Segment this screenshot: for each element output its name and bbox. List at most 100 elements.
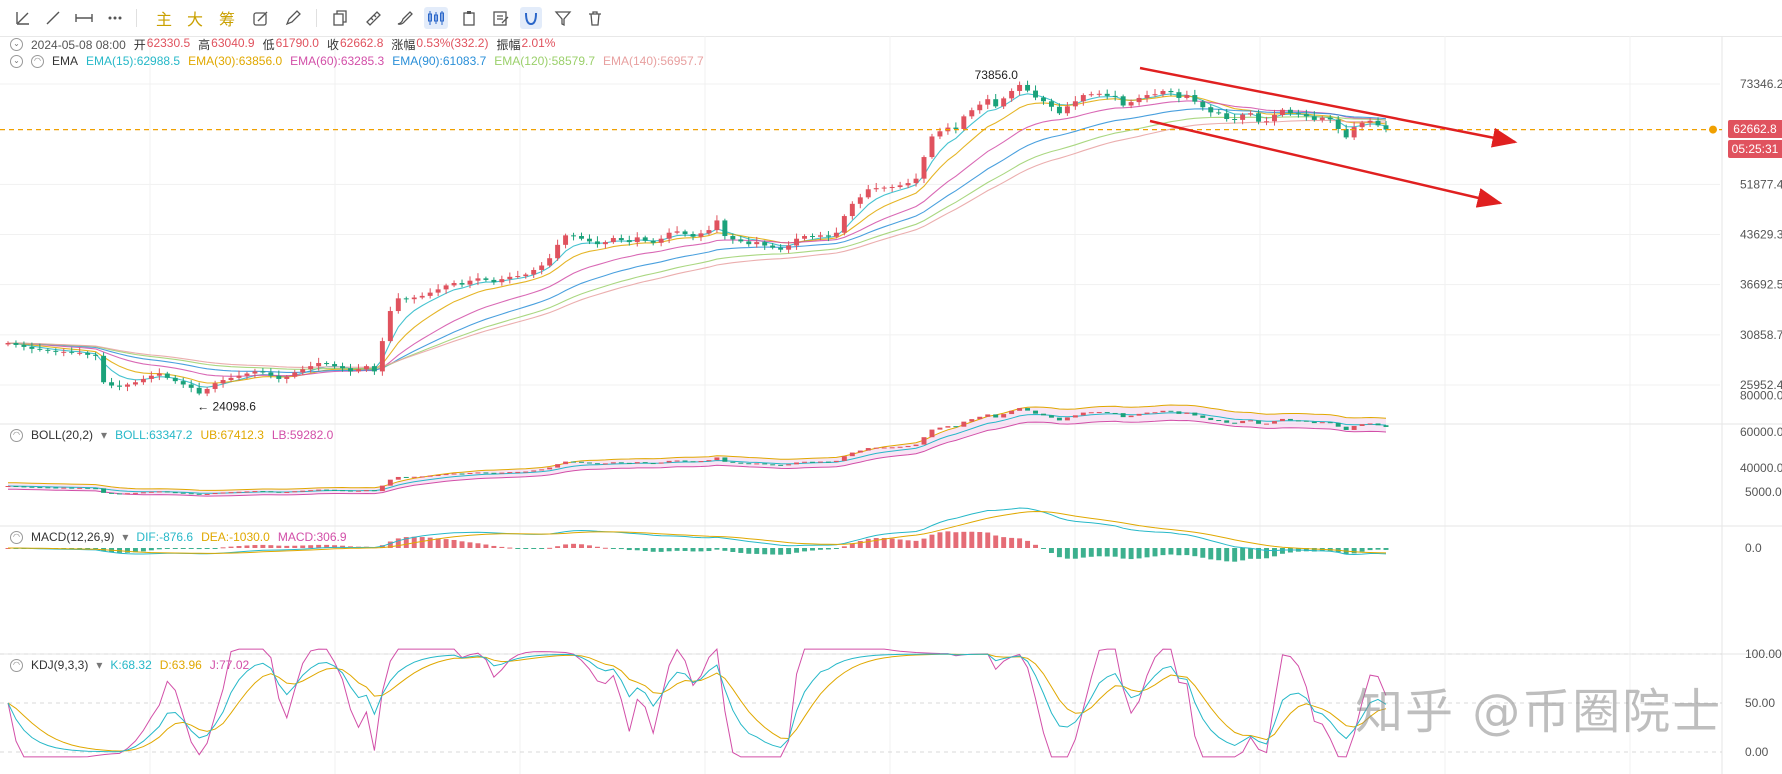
boll-candle xyxy=(411,476,417,478)
pen-edit-icon[interactable] xyxy=(282,7,304,29)
boll-candle xyxy=(451,473,457,475)
boll-candle xyxy=(1184,412,1190,414)
candle-body xyxy=(706,230,712,234)
boll-candle xyxy=(1240,420,1246,424)
boll-candle xyxy=(1343,426,1349,430)
candle-body xyxy=(873,188,879,190)
macd-histogram-bar xyxy=(626,548,632,551)
macd-histogram-bar xyxy=(1279,548,1285,554)
macd-histogram-bar xyxy=(945,531,951,548)
brush-icon[interactable] xyxy=(394,7,416,29)
candle-body xyxy=(1279,109,1285,116)
boll-candle xyxy=(961,421,967,427)
ruler-icon[interactable] xyxy=(362,7,384,29)
amplitude-label: 振幅 xyxy=(496,38,521,52)
boll-candle xyxy=(1351,425,1357,430)
candle-body xyxy=(961,116,967,129)
large-button[interactable]: 大 xyxy=(184,7,206,29)
drawing-tools-icon[interactable] xyxy=(250,7,272,29)
collapse-icon[interactable]: ⌄ xyxy=(10,54,23,68)
candle-body xyxy=(969,110,975,117)
candle-body xyxy=(435,289,441,293)
candle-body xyxy=(746,241,752,245)
watermark: 知乎 @币圈院士 xyxy=(1355,684,1723,740)
magnet-icon[interactable] xyxy=(520,7,542,29)
macd-histogram-bar xyxy=(1232,548,1238,562)
candle-body xyxy=(1041,97,1046,102)
macd-histogram-bar xyxy=(1152,548,1158,557)
chevron-down-icon[interactable]: ▾ xyxy=(122,530,128,544)
macd-histogram-bar xyxy=(889,538,895,548)
copy-icon[interactable] xyxy=(330,7,352,29)
macd-histogram-bar xyxy=(722,548,728,551)
candle-body xyxy=(140,378,146,383)
candle-body xyxy=(1072,101,1078,107)
macd-histogram-bar xyxy=(873,537,879,548)
candle-body xyxy=(921,157,927,179)
candle-body xyxy=(1367,120,1373,123)
open-value: 62330.5 xyxy=(146,36,191,50)
candle-body xyxy=(467,280,473,285)
filter-icon[interactable] xyxy=(552,7,574,29)
countdown-tag: 05:25:31 xyxy=(1728,140,1782,158)
boll-candle xyxy=(1375,423,1381,426)
candle-body xyxy=(459,283,465,285)
candle-body xyxy=(1216,112,1222,114)
trash-icon[interactable] xyxy=(584,7,606,29)
chevron-down-icon[interactable]: ▾ xyxy=(101,428,107,442)
boll-candle xyxy=(1152,412,1158,414)
candle-body xyxy=(1200,101,1206,108)
bell-icon[interactable]: ◠ xyxy=(10,428,23,442)
candle-body xyxy=(754,242,760,245)
candle-body xyxy=(93,354,99,356)
candle-body xyxy=(172,377,178,382)
candle-body xyxy=(1208,107,1214,113)
bell-icon[interactable]: ◠ xyxy=(10,530,23,544)
boll-candle xyxy=(316,489,322,491)
macd-histogram-bar xyxy=(754,548,760,554)
chevron-down-icon[interactable]: ▾ xyxy=(96,658,102,672)
ema-line-30 xyxy=(7,95,1387,384)
boll-candle xyxy=(268,491,274,493)
trend-line-tool-icon[interactable] xyxy=(12,7,34,29)
chips-button[interactable]: 筹 xyxy=(216,7,238,29)
macd-histogram-bar xyxy=(1112,548,1118,557)
boll-candle xyxy=(300,490,306,492)
boll-candle xyxy=(594,463,600,465)
boll-candle xyxy=(252,491,258,493)
candle-body xyxy=(1240,114,1246,120)
boll-candle xyxy=(1311,421,1317,424)
macd-histogram-bar xyxy=(770,548,776,555)
candle-body xyxy=(1287,109,1293,114)
bell-icon[interactable]: ◠ xyxy=(10,658,23,672)
price-axis: 73346.251877.443629.336692.530858.725952… xyxy=(1740,77,1782,759)
boll-candle xyxy=(236,491,242,493)
boll-candle xyxy=(634,462,640,464)
boll-candle xyxy=(1096,412,1102,414)
chart-canvas[interactable]: 73856.0 ← 24098.6 73346.2 51877.4 43629.3 36… xyxy=(0,36,1782,774)
kdj-tick-label: 0.00 xyxy=(1745,745,1769,759)
clipboard-icon[interactable] xyxy=(458,7,480,29)
candle-body xyxy=(1048,101,1054,107)
macd-histogram-bar xyxy=(555,546,561,548)
macd-histogram-bar xyxy=(1208,548,1214,560)
more-lines-tool-icon[interactable] xyxy=(104,7,126,29)
macd-histogram-bar xyxy=(1144,548,1150,558)
note-icon[interactable] xyxy=(490,7,512,29)
candle-body xyxy=(1184,95,1190,98)
macd-histogram-bar xyxy=(1383,548,1389,550)
candle-body xyxy=(419,295,425,298)
bell-icon[interactable]: ◠ xyxy=(31,54,44,68)
collapse-icon[interactable]: ⌄ xyxy=(10,38,23,51)
lower-trend-arrow xyxy=(1149,119,1503,208)
horizontal-ray-tool-icon[interactable] xyxy=(72,7,96,29)
macd-histogram-bar xyxy=(1120,548,1126,559)
grid xyxy=(0,36,1782,774)
boll-candle xyxy=(483,472,489,474)
boll-candle xyxy=(196,493,202,495)
candle-style-icon[interactable] xyxy=(424,7,448,29)
macd-histogram-bar xyxy=(794,548,800,553)
main-chart-button[interactable]: 主 xyxy=(153,7,175,29)
ray-line-tool-icon[interactable] xyxy=(42,7,64,29)
candle-body xyxy=(85,352,91,355)
